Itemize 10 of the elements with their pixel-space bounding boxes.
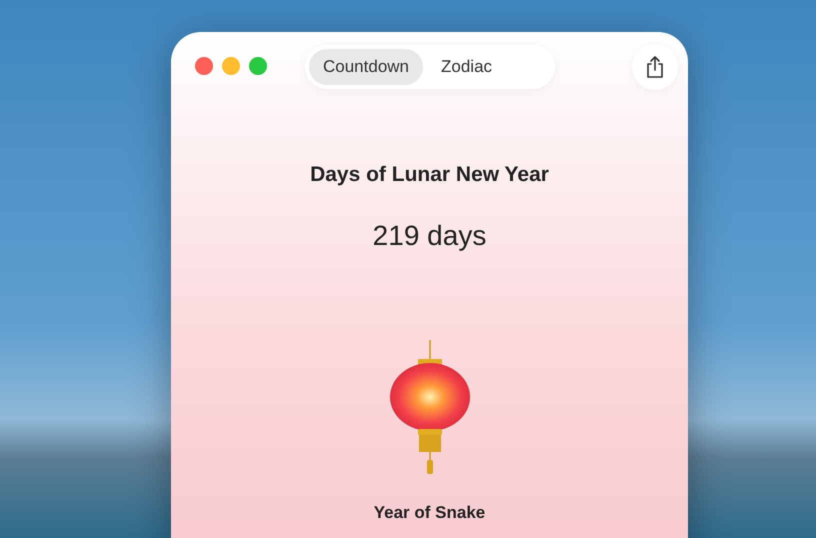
minimize-icon[interactable] (222, 57, 240, 75)
countdown-text: 219 days (372, 218, 486, 253)
zoom-icon[interactable] (249, 57, 267, 75)
share-button[interactable] (632, 44, 678, 90)
share-icon (645, 55, 665, 79)
close-icon[interactable] (195, 57, 213, 75)
zodiac-caption: Year of Snake (374, 502, 486, 524)
tab[interactable]: Zodiac (427, 49, 506, 85)
heading: Days of Lunar New Year (310, 162, 549, 188)
tab[interactable]: Countdown (309, 49, 424, 85)
